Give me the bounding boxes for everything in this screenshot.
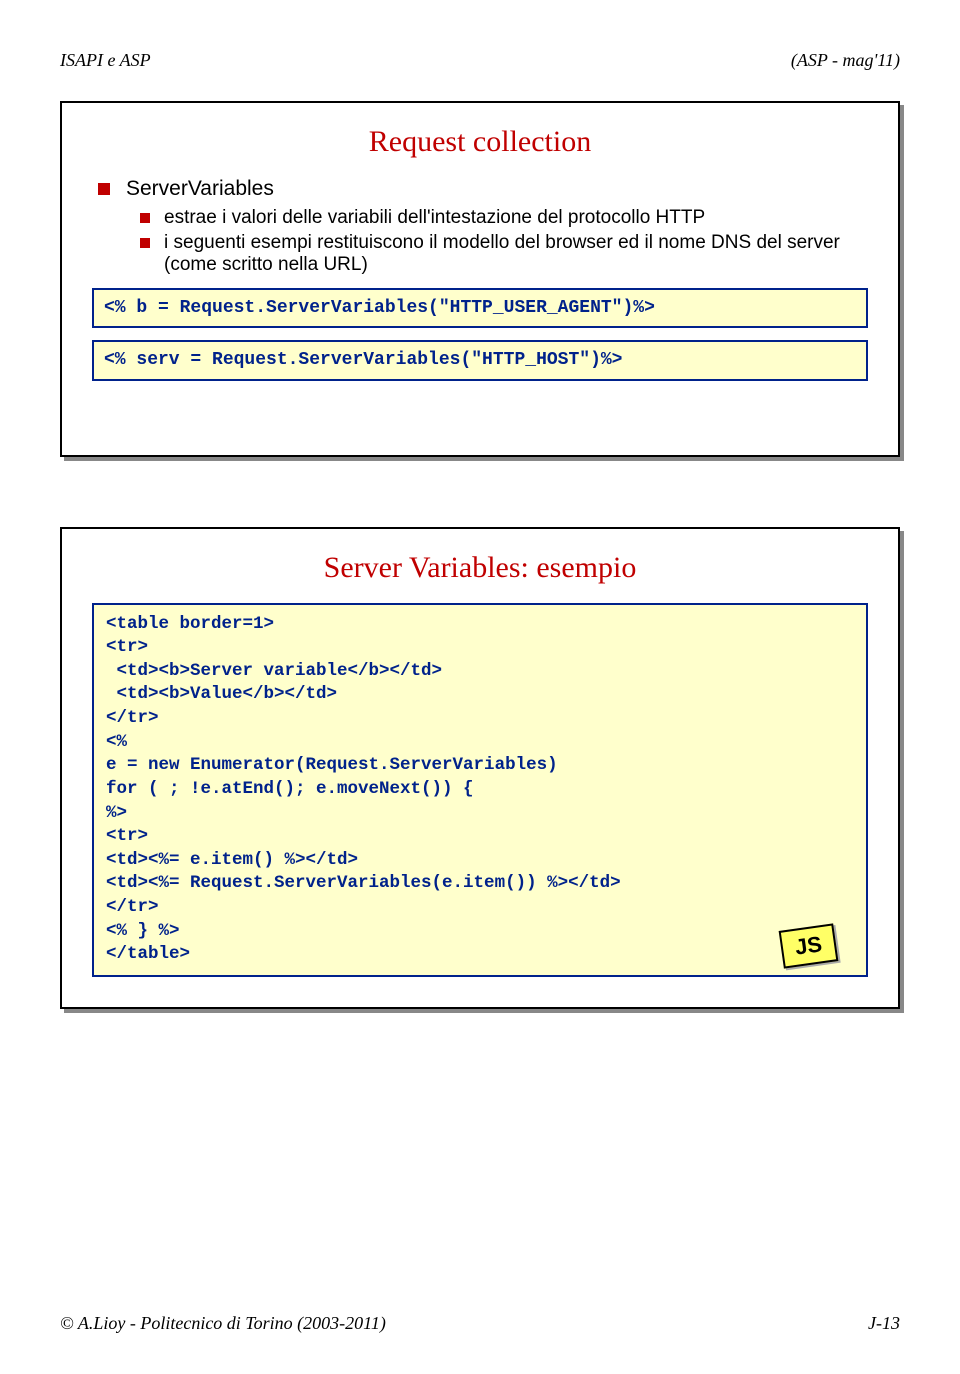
bullet-text: estrae i valori delle variabili dell'int… (164, 207, 705, 229)
code-example-block: <table border=1> <tr> <td><b>Server vari… (92, 603, 868, 977)
page-header: ISAPI e ASP (ASP - mag'11) (60, 50, 900, 71)
slide2-title: Server Variables: esempio (88, 551, 872, 585)
code-user-agent: <% b = Request.ServerVariables("HTTP_USE… (92, 288, 868, 328)
page: ISAPI e ASP (ASP - mag'11) Request colle… (0, 0, 960, 1374)
slide-request-collection: Request collection ServerVariables estra… (60, 101, 900, 457)
bullet-square-icon (98, 183, 110, 195)
bullet-square-icon (140, 238, 150, 248)
bullet-estrae: estrae i valori delle variabili dell'int… (140, 207, 872, 229)
js-badge: JS (779, 924, 839, 969)
footer-left: © A.Lioy - Politecnico di Torino (2003-2… (60, 1313, 386, 1334)
code-example-text: <table border=1> <tr> <td><b>Server vari… (106, 613, 854, 967)
bullet-text: ServerVariables (126, 177, 274, 201)
header-right: (ASP - mag'11) (791, 50, 900, 71)
slide-server-variables-example: Server Variables: esempio <table border=… (60, 527, 900, 1009)
bullet-seguenti: i seguenti esempi restituiscono il model… (140, 232, 872, 276)
code-http-host: <% serv = Request.ServerVariables("HTTP_… (92, 340, 868, 380)
bullet-square-icon (140, 213, 150, 223)
header-left: ISAPI e ASP (60, 50, 151, 71)
bullet-servervariables: ServerVariables (98, 177, 872, 201)
spacer (88, 393, 872, 433)
bullet-text: i seguenti esempi restituiscono il model… (164, 232, 872, 276)
footer-right: J-13 (868, 1313, 900, 1334)
page-footer: © A.Lioy - Politecnico di Torino (2003-2… (60, 1313, 900, 1334)
slide1-title: Request collection (88, 125, 872, 159)
